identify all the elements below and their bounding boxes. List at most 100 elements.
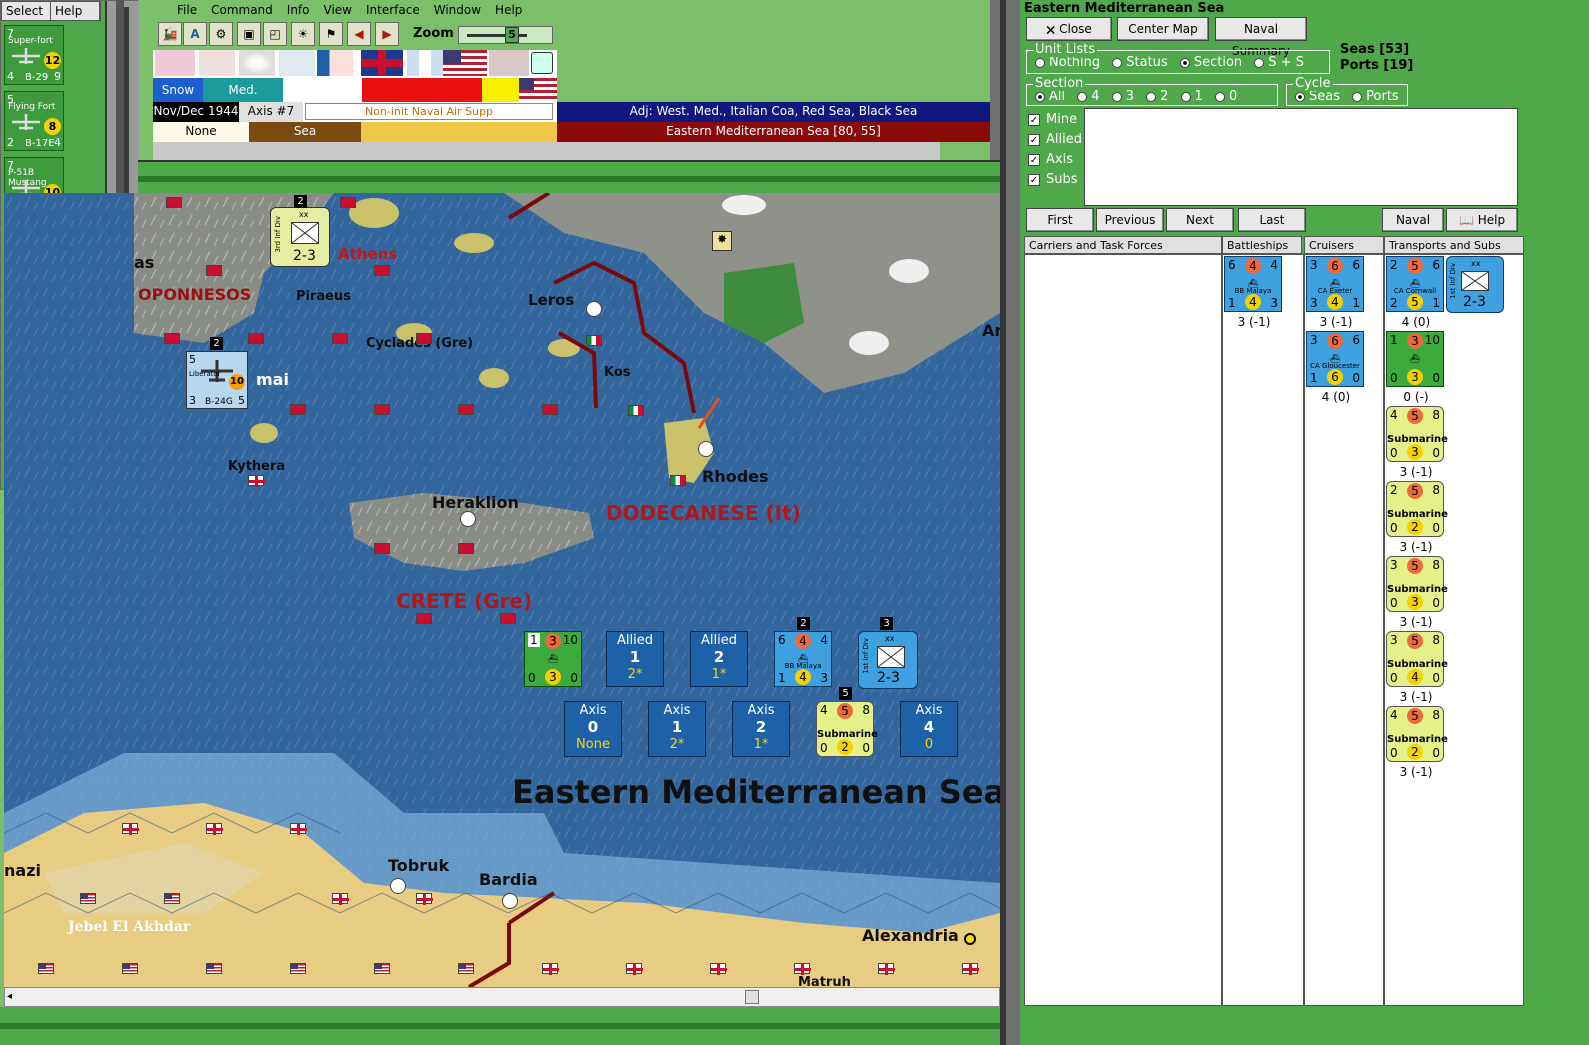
terrain-coast [361,122,557,142]
radio-cycle-ports[interactable]: Ports [1352,89,1399,104]
zone-icon[interactable]: ◰ [263,22,287,46]
zoom-slider[interactable]: 5 [458,26,553,44]
flag-japan[interactable] [239,50,275,76]
ship-icon: ⛴ [547,654,559,663]
sea-box-axis-2[interactable]: Axis 2 1* [732,701,790,757]
menu-command[interactable]: Command [211,3,273,17]
center-map-button[interactable]: Center Map [1117,17,1209,41]
flag-nation-1[interactable] [155,50,195,76]
radio-section-1[interactable]: 1 [1180,89,1203,104]
panel-submarine[interactable]: 2 5 8 Submarine 0 2 0 [1386,481,1448,537]
arrow-left-icon[interactable]: ◀ [347,22,371,46]
radio-status[interactable]: Status [1112,55,1168,70]
first-button[interactable]: First [1026,208,1094,232]
scroll-thumb[interactable] [745,990,759,1004]
last-button[interactable]: Last [1238,208,1306,232]
unit-liberator[interactable]: 5 Liberator 10 3 B-24G 5 [186,351,248,409]
radio-section-2[interactable]: 2 [1146,89,1168,104]
checkbox-subs[interactable]: ✓ Subs [1028,172,1078,187]
train-icon[interactable]: 🚂 [158,22,182,46]
unit-transport[interactable]: 1 3 10 ⛴ 0 3 0 [524,631,582,687]
sea-box-axis-1[interactable]: Axis 1 2* [648,701,706,757]
menu-help[interactable]: Help [495,3,522,17]
flag-uk[interactable] [361,50,403,76]
menu-view[interactable]: View [324,3,352,17]
panel-ship[interactable]: 2 5 6 ⛴ CA Cornwall 2 5 1 [1386,256,1444,312]
flag-nation-4[interactable] [279,50,315,76]
checkbox-mine[interactable]: ✓ Mine [1028,112,1077,127]
port-icon[interactable] [502,893,518,909]
help-tab[interactable]: Help [51,2,100,20]
sea-box-axis-4[interactable]: Axis 4 0 [900,701,958,757]
uk-flag-icon [710,963,727,975]
help-button[interactable]: 📖 Help [1446,208,1518,232]
radio-s-plus-s[interactable]: S + S [1254,55,1304,70]
sea-box-allied-1[interactable]: Allied 1 2* [606,631,664,687]
map-horizontal-scrollbar[interactable]: ◂ [4,987,1000,1007]
radio-section-4[interactable]: 4 [1077,89,1100,104]
sun-icon[interactable]: ☀ [291,22,315,46]
arrow-right-icon[interactable]: ▶ [375,22,399,46]
panel-submarine[interactable]: 4 5 8 Submarine 0 3 0 [1386,406,1448,462]
zoom-value[interactable]: 5 [505,27,519,43]
port-icon[interactable] [460,511,476,527]
port-icon[interactable] [698,441,714,457]
panel-submarine[interactable]: 3 5 8 Submarine 0 4 0 [1386,631,1448,687]
unit-1st-inf-div[interactable]: xx 1st Inf Div 2-3 [858,631,918,689]
german-flag-icon [290,404,306,415]
panel-submarine[interactable]: 4 5 8 Submarine 0 2 0 [1386,706,1448,762]
checkbox-axis[interactable]: ✓ Axis [1028,152,1073,167]
flag-nation-2[interactable] [199,50,235,76]
panel-ship[interactable]: 3 6 6 ⛴ CA Exeter 3 4 1 [1306,256,1364,312]
sea-box-allied-2[interactable]: Allied 2 1* [690,631,748,687]
flag-china[interactable] [317,50,353,76]
naval-crt-button[interactable]: Naval CRT [1382,208,1444,249]
carriers-list[interactable] [1024,254,1222,1006]
air-unit[interactable]: 5 Flying Fort 8 2 B-17E 4 [4,91,64,151]
previous-button[interactable]: Previous [1096,208,1164,232]
radio-section-all[interactable]: All [1035,89,1065,104]
gear-icon[interactable]: ⚙ [209,22,233,46]
panel-unit-1st-inf-div[interactable]: xx 1st Inf Div 2-3 [1446,256,1504,313]
battleships-list[interactable] [1222,254,1304,1006]
panel-ship[interactable]: 1 3 10 ⛴ 0 3 0 [1386,331,1444,387]
select-tab[interactable]: Select [2,2,51,20]
radio-section[interactable]: Section [1179,55,1242,70]
flag-icon[interactable]: ⚑ [319,22,343,46]
text-icon[interactable]: A [183,22,207,46]
menu-info[interactable]: Info [287,3,310,17]
close-button[interactable]: 🗙 Close [1026,17,1112,41]
radio-cycle-seas[interactable]: Seas [1295,89,1340,104]
flag-ussr[interactable] [489,50,529,76]
panel-submarine[interactable]: 3 5 8 Submarine 0 3 0 [1386,556,1448,612]
port-icon[interactable] [586,301,602,317]
mine-icon[interactable]: ✸ [712,231,732,251]
radio-section-3[interactable]: 3 [1111,89,1134,104]
air-unit[interactable]: 7 Super-fort 12 4 B-29 9 [4,25,64,85]
next-button[interactable]: Next [1166,208,1234,232]
sea-box-axis-0[interactable]: Axis 0 None [564,701,622,757]
grid-icon[interactable]: ▣ [237,22,261,46]
unit-list-box[interactable] [1084,108,1518,206]
terrain-sea: Sea [249,122,361,142]
stack-count: 5 [839,687,852,700]
unit-submarine[interactable]: 4 5 8 Submarine 0 2 0 [816,701,878,757]
scroll-left-icon[interactable]: ◂ [7,991,12,1002]
unit-3rd-inf-div[interactable]: xx 3rd Inf Div 2-3 [270,207,330,267]
label-athens: Athens [338,245,398,263]
checkbox-allied[interactable]: ✓ Allied [1028,132,1082,147]
port-icon[interactable] [390,878,406,894]
naval-summary-button[interactable]: Naval Summary [1215,17,1307,58]
radio-nothing[interactable]: Nothing [1035,55,1100,70]
menu-window[interactable]: Window [434,3,481,17]
panel-ship[interactable]: 6 4 4 ⛴ BB Malaya 1 4 3 [1224,256,1282,312]
menu-interface[interactable]: Interface [366,3,420,17]
unit-bb-malaya[interactable]: 6 4 4 ⛴ BB Malaya 1 4 3 [774,631,832,687]
radio-section-0[interactable]: 0 [1214,89,1237,104]
target-icon[interactable] [531,52,553,74]
flag-france[interactable] [407,50,443,76]
flag-usa[interactable] [443,50,487,76]
panel-ship[interactable]: 3 6 6 ⛴ CA Gloucester 1 6 0 [1306,331,1364,387]
game-map[interactable]: Athens OPONNESOS Piraeus Leros Cyclades … [4,193,1000,987]
menu-file[interactable]: File [177,3,197,17]
